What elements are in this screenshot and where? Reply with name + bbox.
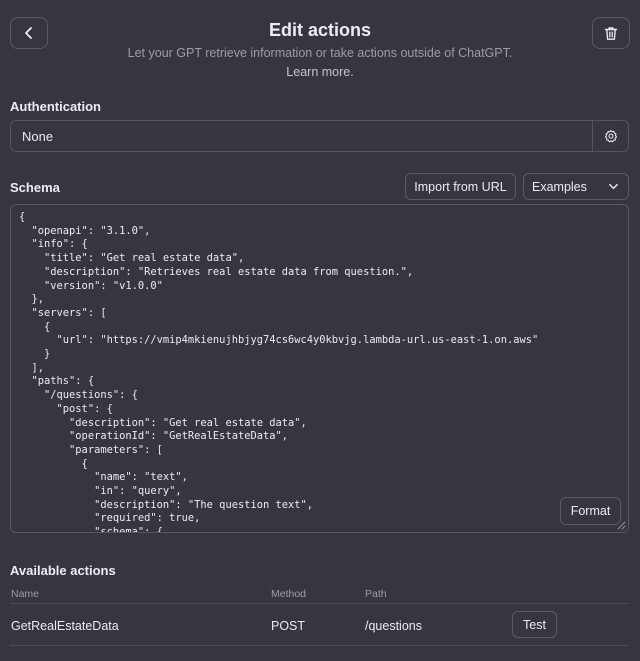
page-subtitle: Let your GPT retrieve information or tak… <box>0 44 640 82</box>
examples-dropdown[interactable]: Examples <box>523 173 629 200</box>
subtitle-text: Let your GPT retrieve information or tak… <box>127 46 513 60</box>
authentication-label: Authentication <box>10 99 101 114</box>
action-name: GetRealEstateData <box>11 619 119 633</box>
delete-button[interactable] <box>592 17 630 49</box>
test-action-button[interactable]: Test <box>512 611 557 638</box>
gear-icon <box>604 129 617 143</box>
column-header-name: Name <box>11 588 40 600</box>
examples-dropdown-label: Examples <box>532 179 587 194</box>
authentication-value: None <box>22 128 54 144</box>
schema-code: { "openapi": "3.1.0", "info": { "title":… <box>19 211 539 533</box>
format-button[interactable]: Format <box>560 497 621 525</box>
resize-handle-icon[interactable] <box>616 520 626 530</box>
action-method: POST <box>271 619 306 633</box>
import-from-url-button[interactable]: Import from URL <box>405 173 516 200</box>
schema-label: Schema <box>10 180 60 195</box>
learn-more-link[interactable]: Learn more. <box>0 63 640 82</box>
header: Edit actions Let your GPT retrieve infor… <box>0 0 640 90</box>
authentication-field[interactable]: None <box>10 120 629 152</box>
schema-editor[interactable]: { "openapi": "3.1.0", "info": { "title":… <box>10 204 629 533</box>
action-path: /questions <box>365 619 422 633</box>
trash-icon <box>604 26 618 40</box>
available-actions-label: Available actions <box>10 563 116 578</box>
column-header-path: Path <box>365 588 387 600</box>
column-header-method: Method <box>271 588 307 600</box>
table-row-divider <box>10 645 629 646</box>
authentication-settings-button[interactable] <box>592 121 628 151</box>
chevron-down-icon <box>609 183 618 190</box>
table-header-divider <box>10 603 629 604</box>
page-title: Edit actions <box>268 20 371 40</box>
